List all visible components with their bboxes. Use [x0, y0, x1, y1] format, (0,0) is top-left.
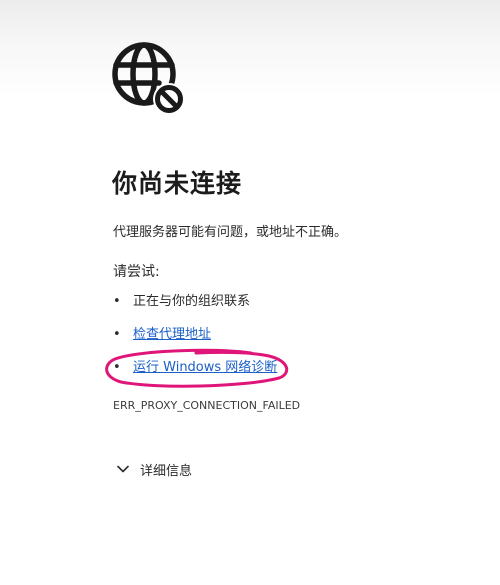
suggestion-item-check-proxy: • 检查代理地址	[113, 325, 277, 358]
suggestion-list: • 正在与你的组织联系 • 检查代理地址 • 运行 Windows 网络诊断	[113, 292, 277, 391]
globe-blocked-icon	[112, 42, 185, 115]
network-diagnostics-link[interactable]: 运行 Windows 网络诊断	[133, 360, 277, 375]
details-button[interactable]: 详细信息	[116, 458, 192, 480]
bullet: •	[113, 294, 121, 309]
suggestion-item-contact-org: • 正在与你的组织联系	[113, 292, 277, 325]
try-heading: 请尝试:	[113, 264, 160, 280]
suggestion-item-network-diagnostics: • 运行 Windows 网络诊断	[113, 358, 277, 391]
check-proxy-link[interactable]: 检查代理地址	[133, 327, 211, 342]
details-label: 详细信息	[140, 463, 193, 479]
error-code: ERR_PROXY_CONNECTION_FAILED	[113, 399, 301, 412]
page-title: 你尚未连接	[112, 169, 243, 198]
error-description: 代理服务器可能有问题，或地址不正确。	[113, 225, 348, 240]
bullet: •	[113, 360, 121, 375]
error-page: 你尚未连接 代理服务器可能有问题，或地址不正确。 请尝试: • 正在与你的组织联系…	[0, 0, 500, 585]
bullet: •	[113, 327, 121, 342]
chevron-down-icon	[117, 465, 129, 473]
suggestion-text: 正在与你的组织联系	[133, 294, 251, 309]
